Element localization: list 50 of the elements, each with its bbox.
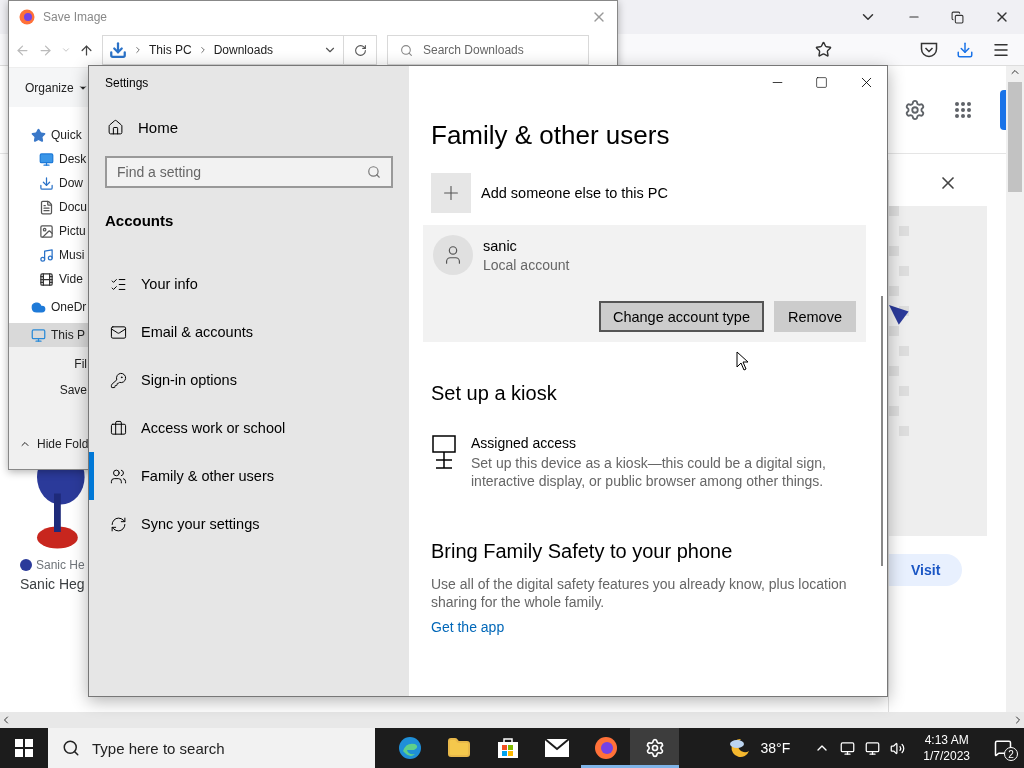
action-button[interactable]: Change account type	[598, 301, 764, 332]
result-source[interactable]: Sanic He	[20, 558, 88, 572]
kiosk-title[interactable]: Assigned access	[471, 435, 851, 451]
folder-tree-item[interactable]: This P	[9, 323, 88, 347]
dialog-title: Save Image	[43, 10, 109, 24]
add-user-button[interactable]: Add someone else to this PC	[431, 173, 887, 213]
get-app-link[interactable]: Get the app	[431, 619, 887, 635]
notification-count: 2	[1004, 747, 1018, 761]
taskbar-search-field[interactable]: Type here to search	[48, 728, 375, 768]
breadcrumb-item[interactable]: This PC	[149, 43, 192, 57]
field-label: Fil	[74, 357, 87, 371]
nav-item[interactable]: Your info	[89, 260, 393, 308]
folder-tree-item[interactable]: Desk	[9, 147, 88, 171]
window-title: Settings	[105, 75, 150, 92]
folder-tree-item[interactable]: Docu	[9, 195, 88, 219]
folder-tree-item[interactable]: Pictu	[9, 219, 88, 243]
temperature[interactable]: 38°F	[760, 740, 791, 756]
visit-button[interactable]: Visit	[889, 554, 963, 586]
result-title[interactable]: Sanic Heg	[20, 576, 88, 592]
folder-tree-item[interactable]: Dow	[9, 171, 88, 195]
section-heading: Bring Family Safety to your phone	[431, 540, 734, 563]
clock[interactable]: 4:13 AM 1/7/2023	[923, 732, 970, 764]
section-heading: Accounts	[105, 212, 175, 231]
user-name: sanic	[483, 237, 518, 254]
home-link[interactable]: Home	[105, 100, 393, 144]
notifications-button[interactable]: 2	[988, 733, 1018, 763]
kiosk-description: Set up this device as a kiosk—this could be a digital sign, interactive display, or public browser among other things.	[471, 454, 827, 490]
organize-button[interactable]: Organize	[25, 80, 74, 95]
field-label: Save	[59, 383, 87, 397]
folder-tree-item[interactable]: Vide	[9, 267, 88, 291]
nav-item[interactable]: Email & accounts	[89, 308, 393, 356]
search-field[interactable]: Find a setting	[105, 156, 393, 188]
folder-tree-item[interactable]: Musi	[9, 243, 88, 267]
address-bar[interactable]: This PC Downloads	[102, 35, 344, 65]
account-type: Local account	[483, 256, 570, 273]
nav-item[interactable]: Sync your settings	[89, 500, 393, 548]
hide-folders-button[interactable]: Hide Fold	[19, 437, 89, 451]
nav-item[interactable]: Family & other users	[89, 452, 393, 500]
search-field[interactable]: Search Downloads	[387, 35, 589, 65]
safety-description: Use all of the digital safety features you already know, plus location sharing for the whole family.	[431, 575, 848, 611]
source-name[interactable]: Sanic He	[36, 558, 85, 572]
folder-tree-item[interactable]: OneDr	[9, 295, 88, 319]
nav-item[interactable]: Access work or school	[89, 404, 393, 452]
action-button[interactable]: Remove	[774, 301, 856, 332]
user-card[interactable]: sanic Local account Change account type Remove	[423, 225, 866, 342]
section-heading: Set up a kiosk	[431, 382, 558, 405]
breadcrumb-item[interactable]: Downloads	[213, 43, 274, 57]
nav-item[interactable]: Sign-in options	[89, 356, 393, 404]
page-heading: Family & other users	[431, 120, 671, 151]
folder-tree-item[interactable]: Quick	[9, 123, 88, 147]
